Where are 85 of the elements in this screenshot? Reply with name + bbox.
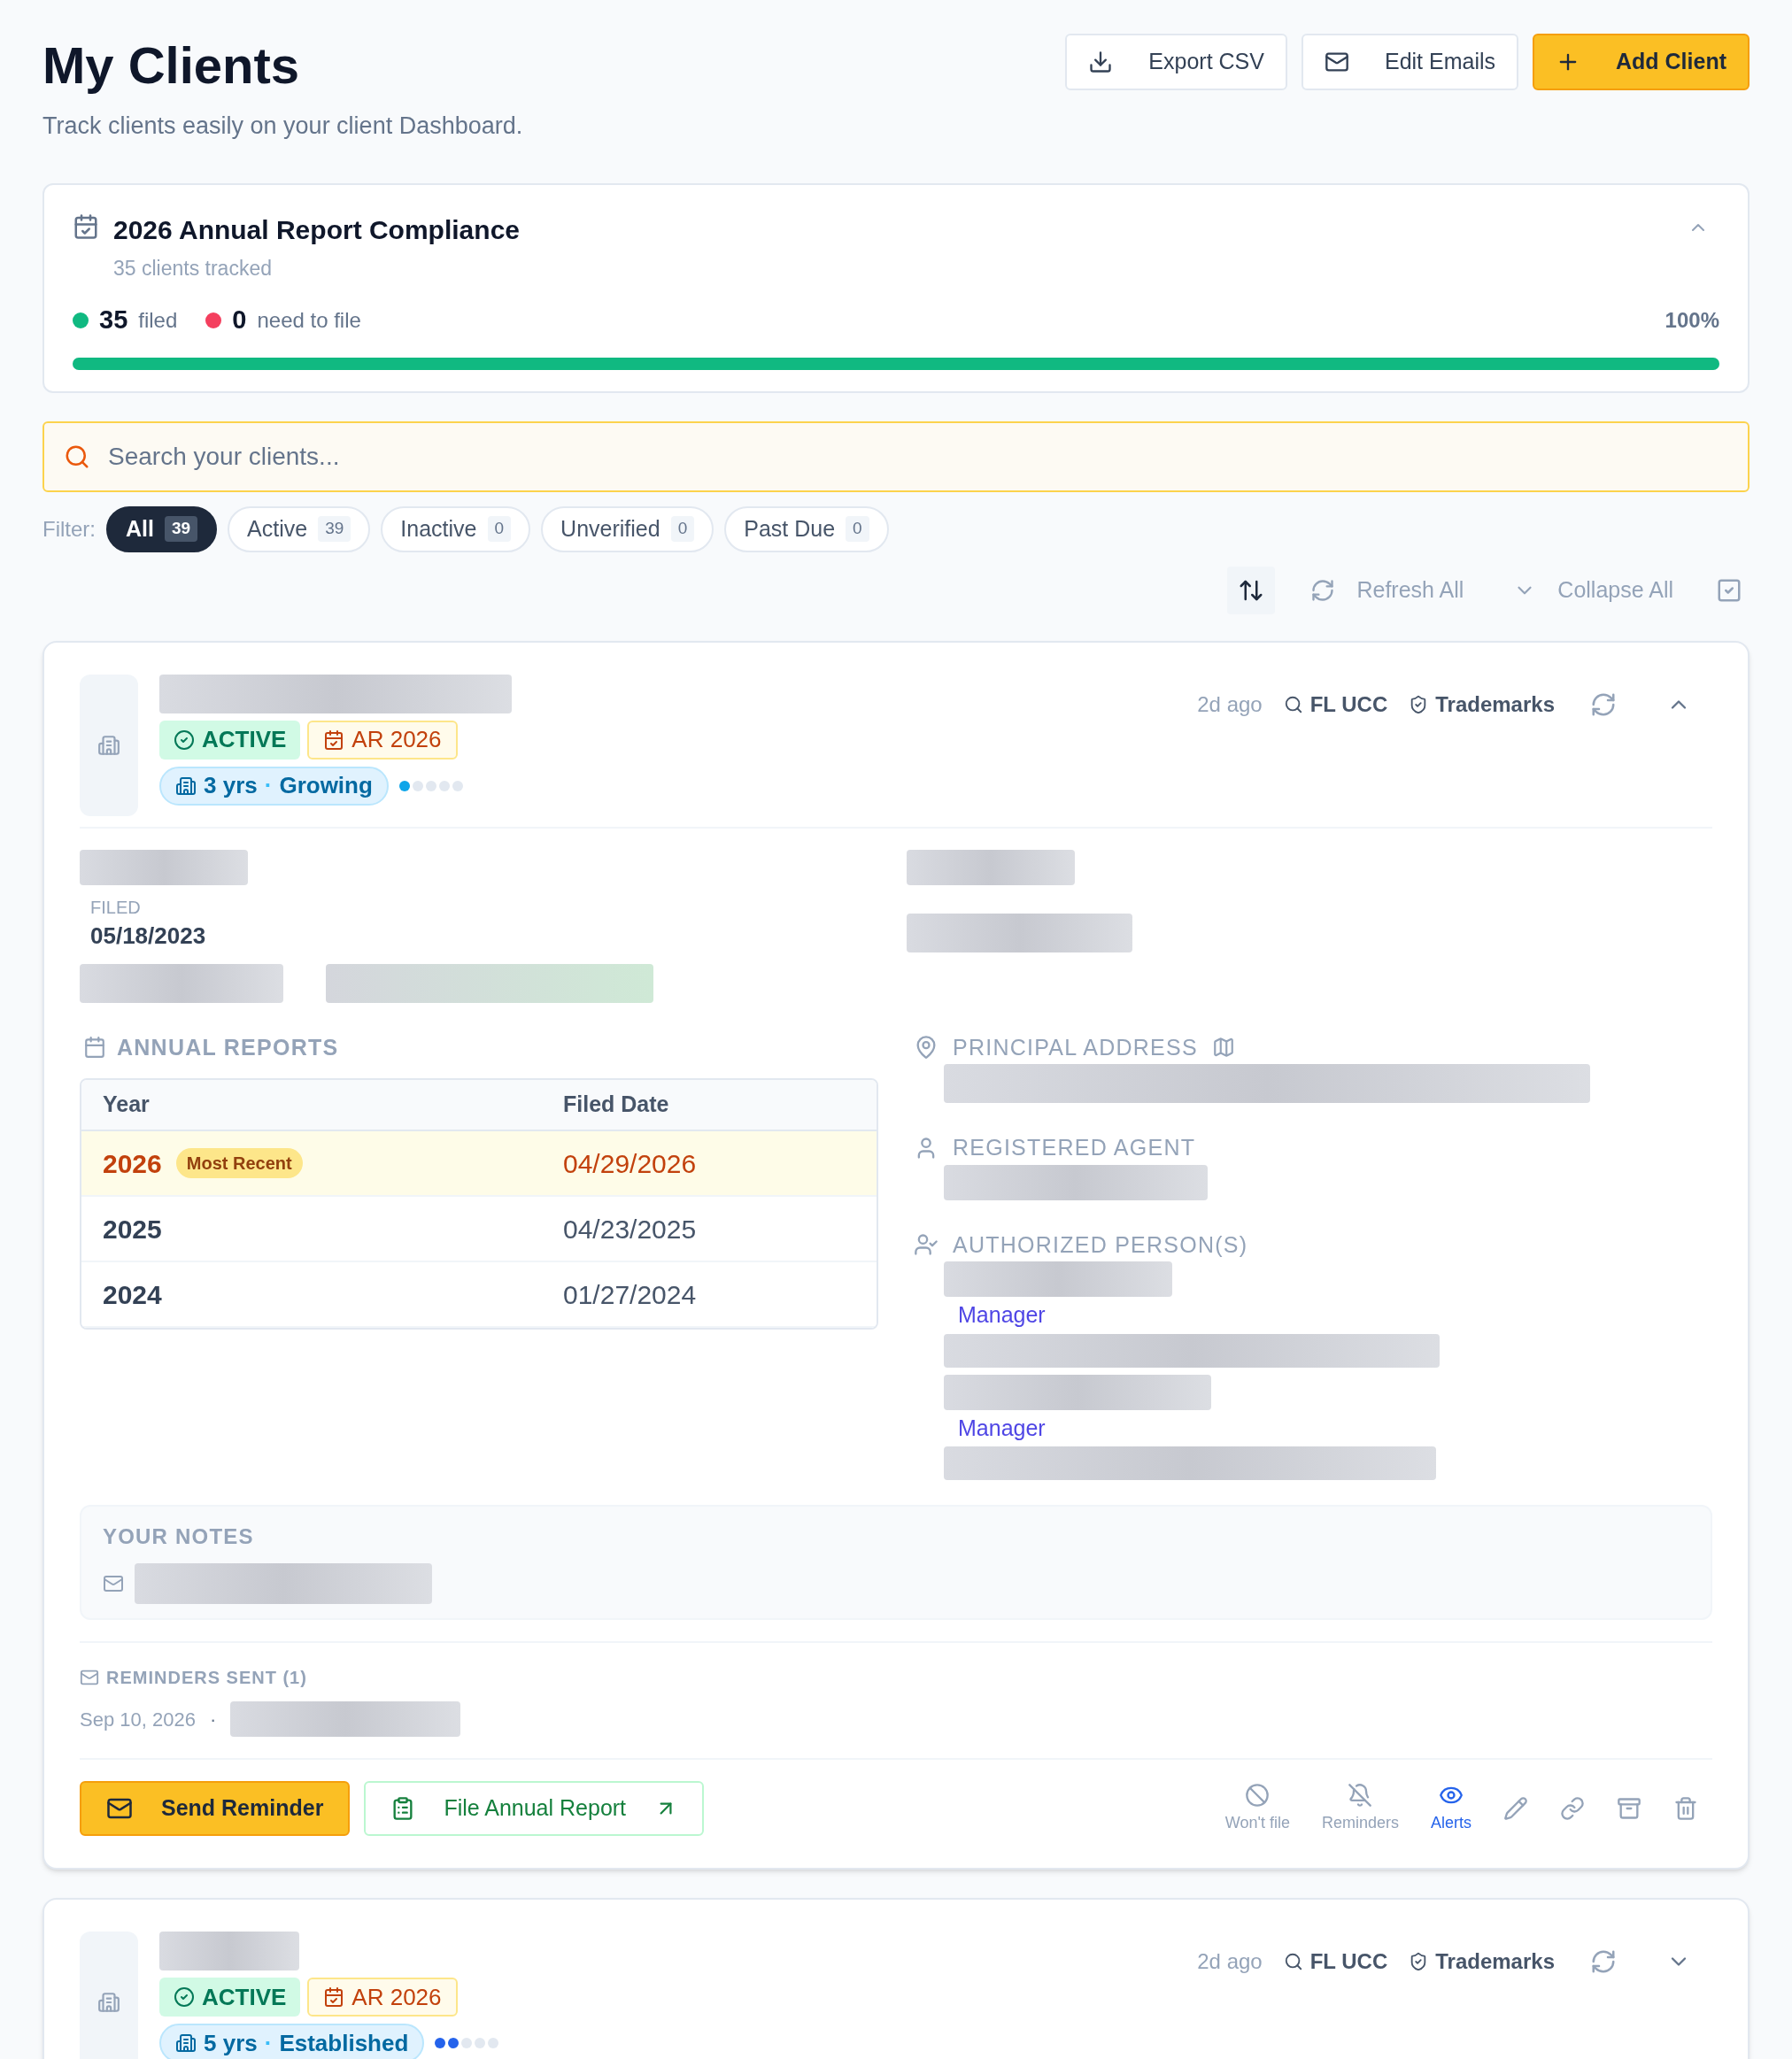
mail-icon [103,1573,124,1594]
map-icon[interactable] [1211,1036,1235,1060]
most-recent-badge: Most Recent [175,1148,303,1178]
filter-label: Filter: [42,515,96,543]
stat-count: 0 [232,305,247,335]
check-circle-icon [174,729,195,751]
export-button[interactable]: Export CSV [1065,34,1287,90]
date-cell-text: 01/27/2024 [563,1278,698,1311]
user-check-icon [914,1232,938,1258]
file-report-button[interactable]: File Annual Report [364,1781,705,1836]
compliance-title: 2026 Annual Report Compliance [113,213,520,246]
field-value: 05/18/2023 [90,921,207,951]
sort-button[interactable] [1227,566,1276,614]
field-label: FILED [90,896,142,919]
search-field[interactable]: Search your clients... [42,420,1750,492]
date-cell-text: 04/29/2026 [563,1147,698,1180]
calendar-check-icon [323,729,345,751]
compliance-subtitle: 35 clients tracked [113,255,273,281]
column-header: Filed Date [563,1091,670,1119]
stage-text: Established [279,2028,409,2058]
search-icon [1283,694,1303,714]
stat-count: 35 [99,305,128,335]
filter-chip[interactable]: Active 39 [228,505,371,552]
ucc-search-link[interactable]: FL UCC [1283,688,1388,721]
archive-icon[interactable] [1617,1796,1641,1821]
section-title: PRINCIPAL ADDRESS [953,1033,1198,1061]
filter-chip[interactable]: Unverified 0 [541,505,714,552]
ucc-search-link[interactable]: FL UCC [1283,1946,1388,1978]
link-icon[interactable] [1560,1796,1585,1821]
mail-icon [80,1668,99,1687]
age-text: 5 yrs [204,2028,258,2058]
search-icon [1283,1952,1303,1971]
year-cell-text: 2024 [103,1278,162,1311]
separator-dot: · [264,771,273,800]
notes-title: YOUR NOTES [103,1523,255,1550]
date-cell-text: 04/23/2025 [563,1213,698,1245]
column-header: Year [103,1091,151,1119]
filter-chip[interactable]: All 39 [106,505,218,552]
status-badge: ACTIVE [159,720,301,760]
stat-label: filed [138,306,178,334]
role-link[interactable]: Manager [944,1299,1712,1332]
bell-off-icon [1348,1782,1373,1808]
check-circle-icon [174,1986,195,2008]
trash-icon[interactable] [1673,1796,1698,1821]
stage-text: Growing [279,771,373,800]
alerts-button[interactable]: Alerts [1431,1782,1471,1835]
stat-label: need to file [257,306,361,334]
status-badge: ACTIVE [159,1978,301,2017]
section-title: AUTHORIZED PERSON(S) [953,1230,1248,1259]
calendar-check-icon [323,1986,345,2008]
trademarks-link[interactable]: Trademarks [1409,1946,1555,1978]
trademarks-link[interactable]: Trademarks [1409,688,1555,721]
section-title: ANNUAL REPORTS [117,1033,339,1061]
page-subtitle: Track clients easily on your client Dashboard. [42,112,523,141]
page-title: My Clients [42,35,301,96]
building-icon [97,1991,120,2014]
year-cell-text: 2026 [103,1147,162,1180]
report-badge: AR 2026 [307,1978,458,2017]
building-icon [175,2032,197,2054]
building-icon [97,733,120,757]
calendar-icon [83,1036,106,1060]
updated-time: 2d ago [1197,690,1263,718]
age-text: 3 yrs [204,771,258,800]
calendar-check-icon [73,212,99,240]
role-link[interactable]: Manager [944,1411,1712,1445]
download-icon [1088,50,1114,74]
report-badge: AR 2026 [307,720,458,760]
percent-label: 100% [1665,306,1719,334]
building-icon [175,775,197,797]
ban-icon [1245,1782,1271,1808]
reminder-date: Sep 10, 2026 [80,1707,196,1732]
refresh-icon [1310,577,1336,603]
year-cell-text: 2025 [103,1213,162,1245]
filter-chip[interactable]: Inactive 0 [381,505,531,552]
section-title: REGISTERED AGENT [953,1134,1196,1161]
pencil-icon[interactable] [1503,1796,1528,1821]
separator-dot: · [209,1707,217,1732]
send-reminder-button[interactable]: Send Reminder [80,1781,351,1836]
add-client-button[interactable]: Add Client [1533,34,1750,90]
edit-emails-button[interactable]: Edit Emails [1301,34,1518,90]
updated-time: 2d ago [1197,1948,1263,1975]
separator-dot: · [264,2028,273,2058]
filter-chip[interactable]: Past Due 0 [724,505,889,552]
refresh-icon[interactable] [1590,1948,1617,1975]
reminders-title: REMINDERS SENT (1) [106,1667,307,1689]
